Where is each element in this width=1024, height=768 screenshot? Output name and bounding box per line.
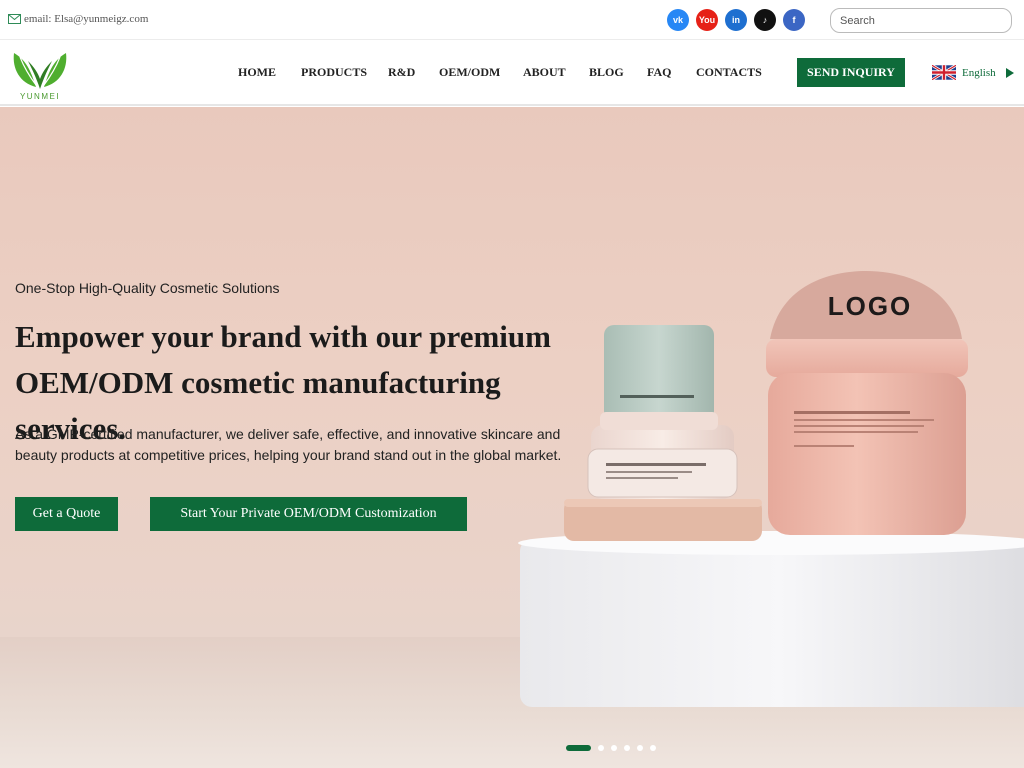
nav-faq[interactable]: FAQ [647,65,671,80]
uk-flag-icon [932,65,956,80]
hero-banner: LOGO One-Stop High-Quality Cosmetic Solu… [0,107,1024,768]
language-selector[interactable]: English [932,65,1014,80]
logo-text: YUNMEI [19,92,61,101]
linkedin-icon[interactable]: in [725,9,747,31]
email-contact[interactable]: email: Elsa@yunmeigz.com [8,13,148,25]
sage-jar [604,325,714,421]
social-links: vk You in ♪ f [667,9,805,31]
nav-rd[interactable]: R&D [388,65,415,80]
nav-blog[interactable]: BLOG [589,65,624,80]
nav-contacts[interactable]: CONTACTS [696,65,762,80]
mail-icon [8,14,21,24]
language-arrow-icon [1005,67,1014,78]
vk-icon[interactable]: vk [667,9,689,31]
slider-dot[interactable] [598,745,604,751]
leaf-logo-icon [13,53,67,89]
search-box [830,8,1012,33]
facebook-icon[interactable]: f [783,9,805,31]
top-bar: email: Elsa@yunmeigz.com vk You in ♪ f [0,0,1024,40]
nav-oem-odm[interactable]: OEM/ODM [439,65,500,80]
nav-home[interactable]: HOME [238,65,276,80]
get-quote-button[interactable]: Get a Quote [15,497,118,531]
send-inquiry-button[interactable]: SEND INQUIRY [797,58,905,87]
headline-line-1: Empower your brand with our premium [15,319,551,354]
big-jar [768,373,966,535]
slider-dot[interactable] [637,745,643,751]
slider-dot[interactable] [566,745,591,751]
company-logo[interactable]: YUNMEI [6,47,74,101]
product-logo-text: LOGO [828,291,913,321]
email-text: email: Elsa@yunmeigz.com [24,13,149,25]
language-label: English [962,66,996,79]
youtube-icon[interactable]: You [696,9,718,31]
hero-description: As a GMP-certified manufacturer, we deli… [15,426,562,463]
customization-button[interactable]: Start Your Private OEM/ODM Customization [150,497,467,531]
search-input[interactable] [831,9,1011,32]
slider-dot[interactable] [650,745,656,751]
hero-tagline: One-Stop High-Quality Cosmetic Solutions [15,280,280,296]
slider-dots [566,745,656,751]
slider-dot[interactable] [624,745,630,751]
nav-about[interactable]: ABOUT [523,65,566,80]
pedestal [520,539,1024,707]
main-header: YUNMEI HOME PRODUCTS R&D OEM/ODM ABOUT B… [0,40,1024,106]
nav-products[interactable]: PRODUCTS [301,65,367,80]
slider-dot[interactable] [611,745,617,751]
tiktok-icon[interactable]: ♪ [754,9,776,31]
